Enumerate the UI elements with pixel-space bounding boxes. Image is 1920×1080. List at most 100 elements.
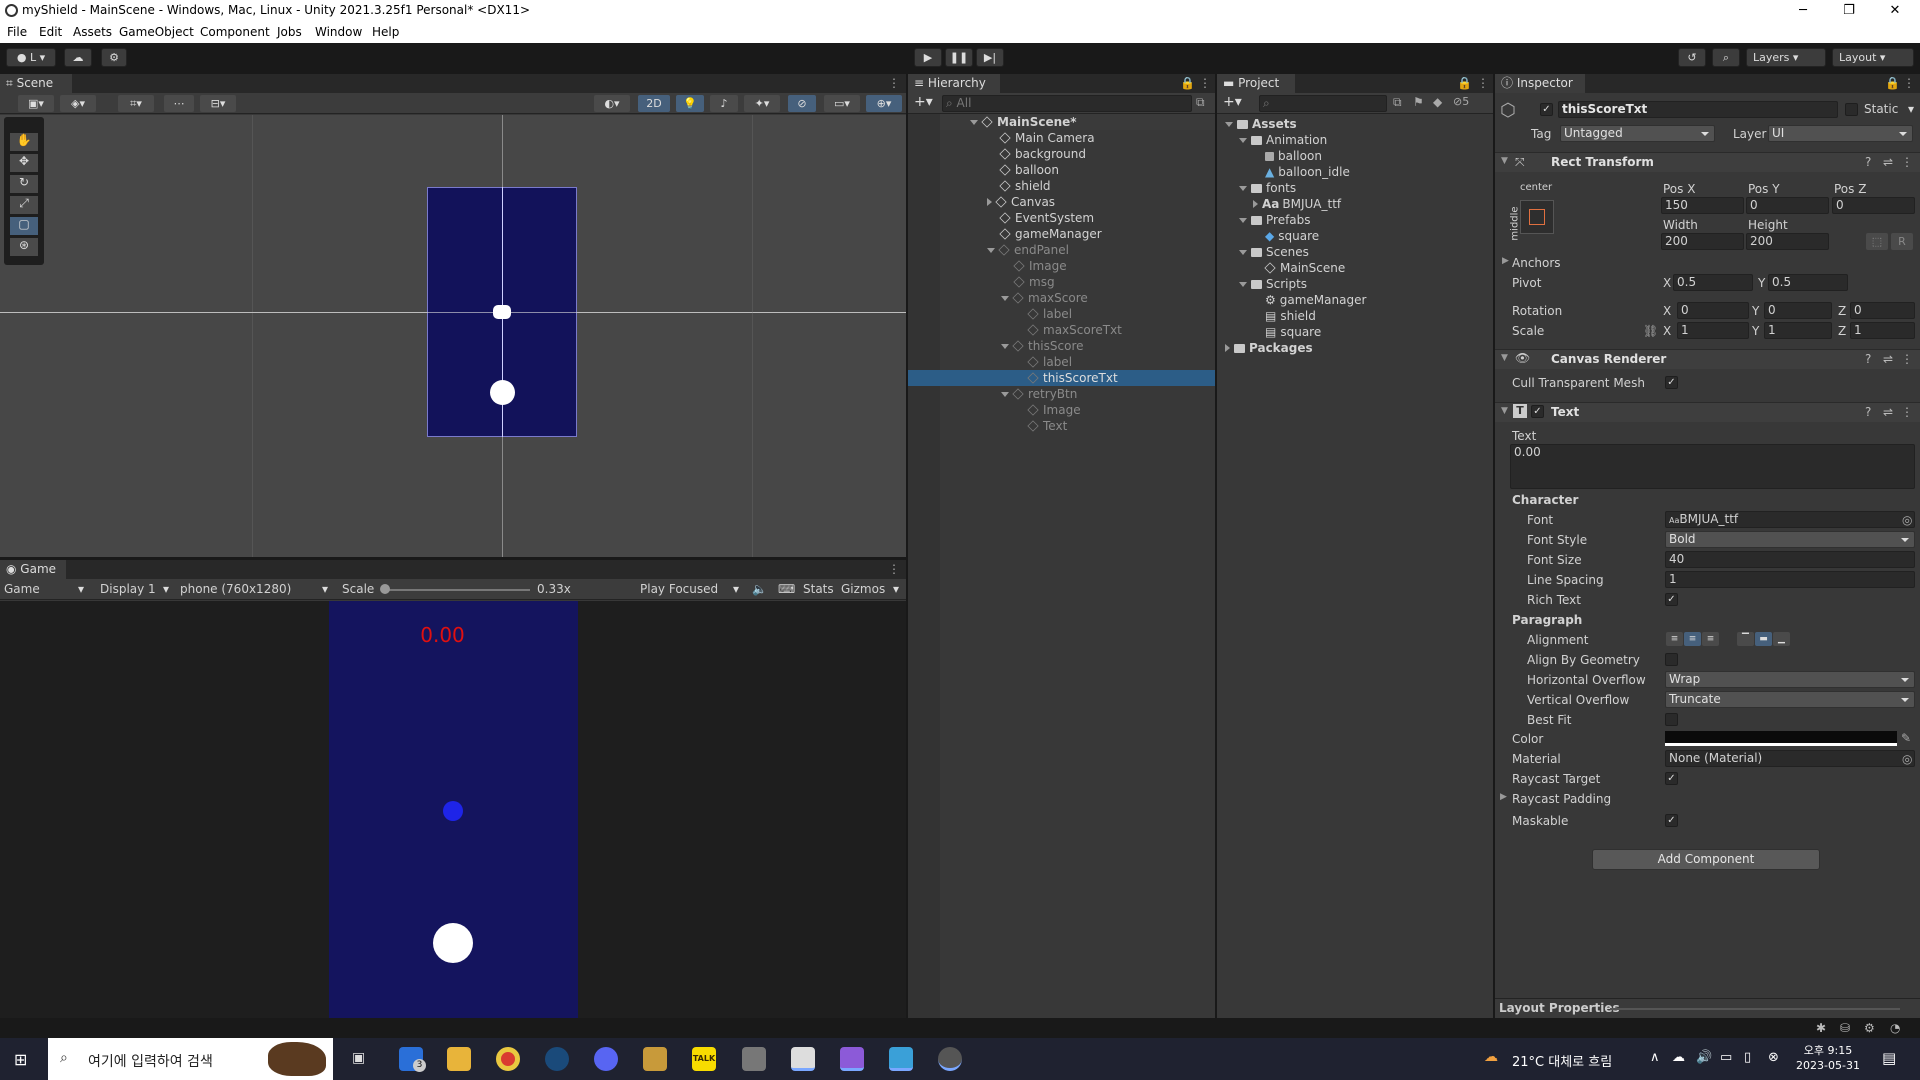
font-field[interactable]: AaBMJUA_ttf — [1665, 511, 1915, 528]
hierarchy-item[interactable]: balloon — [940, 162, 1059, 178]
progress-icon[interactable]: ◔ — [1890, 1021, 1900, 1035]
rotation-x-field[interactable]: 0 — [1677, 302, 1749, 319]
hierarchy-tab[interactable]: ≡ Hierarchy — [908, 74, 1000, 93]
inspector-menu-icon[interactable]: ⋮ — [1903, 76, 1915, 90]
maskable-checkbox[interactable]: ✓ — [1665, 814, 1678, 827]
project-asset[interactable]: ▤ square — [1265, 324, 1321, 340]
menu-component[interactable]: Component — [200, 25, 270, 39]
inspector-tab[interactable]: ⓘ Inspector — [1495, 74, 1585, 93]
diagnostics-icon[interactable]: ⚙ — [1864, 1021, 1875, 1035]
hierarchy-item[interactable]: maxScore — [940, 290, 1088, 306]
blueprint-mode-icon[interactable]: ⬚ — [1866, 233, 1888, 250]
add-component-button[interactable]: Add Component — [1592, 849, 1820, 870]
raw-edit-button[interactable]: R — [1891, 233, 1913, 250]
project-folder[interactable]: Animation — [1239, 132, 1327, 148]
rich-text-checkbox[interactable]: ✓ — [1665, 593, 1678, 606]
presets-icon[interactable]: ⇌ — [1883, 155, 1893, 169]
presets-icon[interactable]: ⇌ — [1883, 352, 1893, 366]
windows-start-icon[interactable]: ⊞ — [14, 1050, 27, 1069]
text-value-area[interactable]: 0.00 — [1510, 444, 1915, 489]
width-field[interactable]: 200 — [1661, 233, 1744, 250]
effects-dropdown[interactable]: ✦▾ — [744, 95, 780, 112]
debug-icon[interactable]: ✱ — [1816, 1021, 1826, 1035]
scale-slider-thumb[interactable] — [380, 584, 390, 594]
search-icon[interactable]: ⌕ — [1712, 48, 1740, 67]
cull-checkbox[interactable]: ✓ — [1665, 376, 1678, 389]
layout-properties-bar[interactable]: Layout Properties — [1495, 998, 1920, 1018]
static-dropdown-arrow-icon[interactable]: ▾ — [1908, 102, 1914, 116]
steam-icon[interactable] — [545, 1047, 569, 1071]
rect-tool-icon[interactable]: ▢ — [10, 217, 38, 235]
keyboard-icon[interactable]: ⌨ — [778, 582, 795, 596]
game-character-icon[interactable] — [938, 1047, 962, 1071]
task-view-icon[interactable]: ▣ — [352, 1050, 365, 1066]
project-folder[interactable]: Packages — [1225, 340, 1313, 356]
align-right-icon[interactable]: ≡ — [1702, 632, 1719, 646]
rotation-z-field[interactable]: 0 — [1850, 302, 1915, 319]
add-object-icon[interactable]: +▾ — [914, 94, 933, 110]
align-bottom-icon[interactable]: ▁ — [1773, 632, 1790, 646]
volume-icon[interactable]: 🔊 — [1696, 1050, 1712, 1065]
project-asset[interactable]: ◆ square — [1265, 228, 1319, 244]
hierarchy-item[interactable]: MainScene* — [940, 114, 1215, 130]
best-fit-checkbox[interactable] — [1665, 713, 1678, 726]
project-asset[interactable]: ▲ balloon_idle — [1265, 164, 1350, 180]
hierarchy-item[interactable]: Main Camera — [940, 130, 1095, 146]
hierarchy-item[interactable]: shield — [940, 178, 1051, 194]
minimize-button[interactable]: ─ — [1780, 0, 1826, 22]
menu-help[interactable]: Help — [372, 25, 399, 39]
play-focused-dropdown[interactable]: Play Focused — [640, 582, 718, 596]
hierarchy-item[interactable]: Image — [940, 402, 1081, 418]
hierarchy-item[interactable]: EventSystem — [940, 210, 1094, 226]
project-folder[interactable]: Prefabs — [1239, 212, 1311, 228]
hierarchy-item[interactable]: label — [940, 306, 1072, 322]
raycast-target-checkbox[interactable]: ✓ — [1665, 772, 1678, 785]
posy-field[interactable]: 0 — [1746, 197, 1829, 214]
move-tool-icon[interactable]: ✥ — [10, 154, 38, 172]
hierarchy-item-selected[interactable]: thisScoreTxt — [908, 370, 1215, 386]
collapse-arrow-icon[interactable]: ▼ — [1501, 353, 1508, 363]
collapse-arrow-icon[interactable]: ▼ — [1501, 156, 1508, 166]
hierarchy-item[interactable]: Text — [940, 418, 1067, 434]
notification-icon[interactable]: ▤ — [1882, 1049, 1896, 1067]
material-field[interactable]: None (Material) — [1665, 750, 1915, 767]
color-swatch[interactable] — [1665, 731, 1897, 746]
league-icon[interactable] — [643, 1047, 667, 1071]
game-mode-dropdown[interactable]: Game — [4, 582, 40, 596]
anchors-label[interactable]: Anchors — [1512, 256, 1561, 270]
project-asset[interactable]: MainScene — [1264, 260, 1345, 276]
project-folder[interactable]: Assets — [1225, 116, 1297, 132]
close-button[interactable]: ✕ — [1872, 0, 1918, 22]
hierarchy-item[interactable]: msg — [940, 274, 1055, 290]
battery-icon[interactable]: ▯ — [1744, 1050, 1751, 1065]
scene-tab[interactable]: ⌗ Scene — [0, 74, 72, 93]
lock-icon[interactable]: 🔒 — [1457, 76, 1472, 90]
filter-icon[interactable]: ⚑ — [1413, 95, 1424, 109]
font-size-field[interactable]: 40 — [1665, 551, 1915, 568]
collapse-arrow-icon[interactable]: ▼ — [1501, 406, 1508, 416]
2d-toggle[interactable]: 2D — [638, 95, 670, 112]
layer-dropdown[interactable]: UI — [1768, 125, 1913, 142]
project-tab[interactable]: ▬ Project — [1217, 74, 1295, 93]
hierarchy-item[interactable]: retryBtn — [940, 386, 1077, 402]
cache-icon[interactable]: ⛁ — [1840, 1021, 1850, 1035]
visual-studio-icon[interactable] — [840, 1047, 864, 1071]
unity-editor-icon[interactable] — [791, 1047, 815, 1071]
search-scene-icon[interactable]: ⧉ — [1196, 95, 1205, 110]
layers-dropdown[interactable]: Layers ▾ — [1746, 48, 1826, 67]
maximize-button[interactable]: ❐ — [1826, 0, 1872, 22]
posz-field[interactable]: 0 — [1832, 197, 1915, 214]
padding-arrow-icon[interactable]: ▶ — [1500, 792, 1507, 802]
align-dropdown[interactable]: ⊟▾ — [200, 95, 236, 112]
weather-icon[interactable]: ☁ — [1484, 1049, 1498, 1065]
help-icon[interactable]: ? — [1865, 155, 1871, 169]
hierarchy-item[interactable]: Image — [940, 258, 1067, 274]
active-checkbox[interactable]: ✓ — [1540, 103, 1553, 116]
create-asset-icon[interactable]: +▾ — [1223, 94, 1242, 110]
raycast-padding-label[interactable]: Raycast Padding — [1512, 792, 1611, 806]
tag-dropdown[interactable]: Untagged — [1560, 125, 1715, 142]
label-icon[interactable]: ◆ — [1433, 95, 1442, 109]
network-icon[interactable]: ☁ — [1672, 1050, 1685, 1065]
play-button[interactable]: ▶ — [914, 48, 942, 67]
menu-window[interactable]: Window — [315, 25, 362, 39]
